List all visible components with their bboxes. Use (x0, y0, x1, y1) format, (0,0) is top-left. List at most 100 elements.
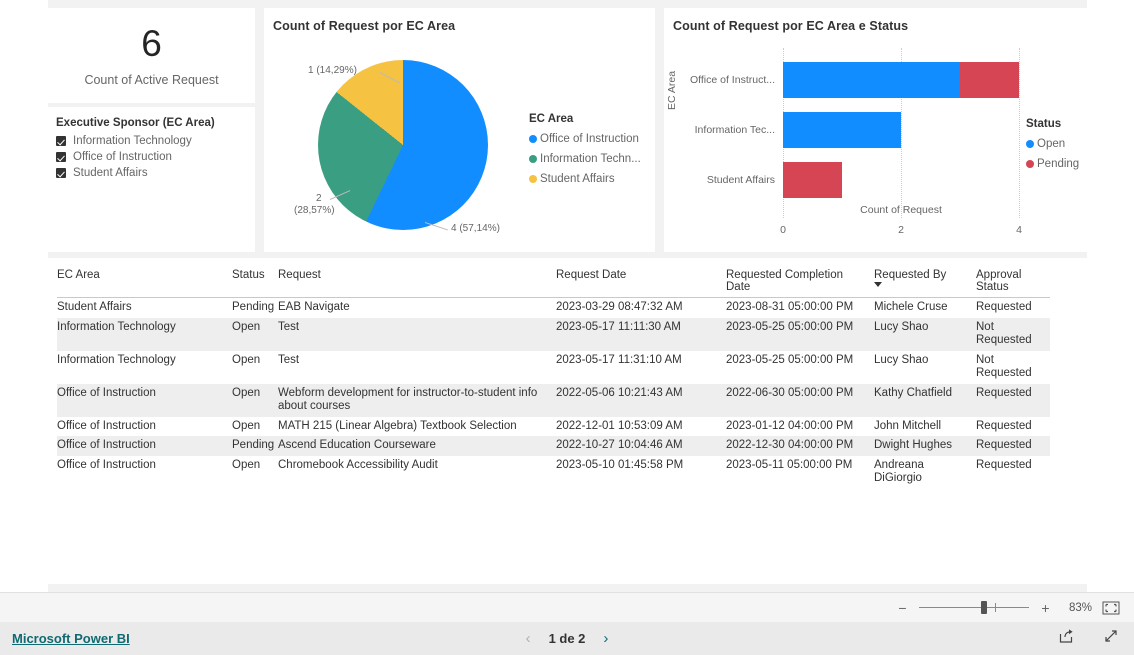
column-header-requested-completion-date[interactable]: Requested Completion Date (726, 266, 874, 298)
bar-segment-pending[interactable] (783, 162, 842, 198)
table-row[interactable]: Information Technology Open Test 2023-05… (57, 351, 1050, 384)
zoom-percent-label: 83% (1068, 601, 1092, 614)
bar-legend-item-pending[interactable]: Pending (1026, 154, 1079, 174)
checkbox-checked-icon[interactable] (56, 151, 66, 162)
bar-chart-plot[interactable]: Office of Instruct... Information Tec...… (690, 48, 1022, 236)
fullscreen-icon[interactable] (1103, 628, 1120, 649)
slicer-item-office-of-instruction[interactable]: Office of Instruction (56, 149, 247, 164)
cell-ec-area: Office of Instruction (57, 458, 156, 471)
bar-chart-title: Count of Request por EC Area e Status (673, 19, 909, 33)
column-header-request[interactable]: Request (278, 266, 556, 298)
bar-category-label: Office of Instruct... (689, 74, 775, 86)
cell-requested-by: Lucy Shao (874, 317, 976, 351)
slicer-item-student-affairs[interactable]: Student Affairs (56, 165, 247, 180)
cell-requested-by: Dwight Hughes (874, 436, 976, 456)
powerbi-report-viewer: 6 Count of Active Request Executive Spon… (0, 0, 1134, 655)
pie-chart-legend: EC Area Office of Instruction Informatio… (529, 113, 641, 189)
pie-slices[interactable] (318, 60, 488, 230)
bar-chart-y-axis-title: EC Area (666, 70, 678, 110)
zoom-slider-thumb[interactable] (981, 601, 987, 614)
table-row[interactable]: Information Technology Open Test 2023-05… (57, 317, 1050, 351)
cell-requested-completion-date: 2023-05-25 05:00:00 PM (726, 317, 874, 351)
bar-row-student-affairs[interactable]: Student Affairs (707, 162, 1019, 198)
cell-requested-completion-date: 2022-06-30 05:00:00 PM (726, 383, 874, 417)
pie-label-student-affairs: 1 (14,29%) (308, 65, 357, 76)
cell-requested-completion-date: 2023-05-11 05:00:00 PM (726, 458, 853, 471)
cell-requested-by: John Mitchell (874, 419, 942, 432)
bar-segment-open[interactable] (783, 62, 960, 98)
table-row[interactable]: Office of Instruction Open Webform devel… (57, 383, 1050, 417)
bar-legend-item-open[interactable]: Open (1026, 134, 1079, 154)
cell-status: Pending (232, 301, 275, 313)
cell-status: Open (232, 383, 278, 417)
requests-table-visual[interactable]: EC Area Status Request Request Date Requ… (48, 258, 1087, 584)
cell-approval-status: Requested (976, 419, 1032, 432)
pie-legend-item-information-technology[interactable]: Information Techn... (529, 149, 641, 169)
cell-requested-completion-date: 2023-05-25 05:00:00 PM (726, 353, 854, 366)
column-header-requested-by[interactable]: Requested By (874, 266, 976, 298)
pie-label-information-technology-percent: (28,57%) (294, 205, 335, 216)
kpi-card-active-request[interactable]: 6 Count of Active Request (48, 8, 255, 103)
slicer-item-label: Office of Instruction (73, 150, 172, 163)
cell-status: Open (232, 317, 278, 351)
slicer-title: Executive Sponsor (EC Area) (56, 117, 215, 129)
pie-chart-title: Count of Request por EC Area (273, 19, 456, 33)
column-header-request-date[interactable]: Request Date (556, 266, 726, 298)
column-header-approval-status[interactable]: Approval Status (976, 266, 1050, 298)
previous-page-icon[interactable]: ‹ (526, 631, 531, 646)
table-row[interactable]: Office of Instruction Open MATH 215 (Lin… (57, 417, 1050, 437)
kpi-label: Count of Active Request (84, 72, 219, 87)
cell-status: Pending (232, 436, 278, 456)
pie-label-office-of-instruction: 4 (57,14%) (451, 223, 500, 234)
cell-requested-completion-date: 2023-01-12 04:00:00 PM (726, 419, 854, 432)
bar-chart-visual[interactable]: Count of Request por EC Area e Status EC… (664, 8, 1087, 252)
bar-legend-label: Pending (1037, 158, 1080, 170)
table-row[interactable]: Office of Instruction Open Chromebook Ac… (57, 456, 1050, 489)
bar-segment-open[interactable] (783, 112, 901, 148)
checkbox-checked-icon[interactable] (56, 135, 66, 146)
cell-requested-completion-date: 2022-12-30 04:00:00 PM (726, 436, 874, 456)
zoom-slider-notch (995, 603, 996, 612)
pie-chart-visual[interactable]: Count of Request por EC Area 1 (14,29%) … (264, 8, 655, 252)
zoom-in-button[interactable]: + (1039, 601, 1052, 615)
table-body: Student Affairs Pending EAB Navigate 202… (57, 298, 1050, 489)
bar-row-office-of-instruction[interactable]: Office of Instruct... (690, 62, 1019, 98)
cell-approval-status: Requested (976, 383, 1050, 417)
table-row[interactable]: Office of Instruction Pending Ascend Edu… (57, 436, 1050, 456)
gridline (1019, 48, 1020, 218)
cell-request-date: 2022-12-01 10:53:09 AM (556, 419, 683, 432)
legend-swatch-icon (529, 135, 537, 143)
kpi-value: 6 (141, 22, 162, 64)
pie-legend-item-student-affairs[interactable]: Student Affairs (529, 169, 641, 189)
pie-legend-label: Information Techn... (540, 153, 641, 165)
cell-request-date: 2023-05-17 11:11:30 AM (556, 317, 726, 351)
legend-swatch-icon (1026, 140, 1034, 148)
cell-approval-status: Requested (976, 301, 1032, 313)
bar-row-information-technology[interactable]: Information Tec... (695, 112, 1019, 148)
slicer-item-label: Student Affairs (73, 166, 148, 179)
bar-category-label: Information Tec... (694, 124, 775, 136)
share-icon[interactable] (1058, 628, 1075, 649)
cell-request-date: 2023-05-17 11:31:10 AM (556, 353, 682, 366)
next-page-icon[interactable]: › (603, 631, 608, 646)
slicer-executive-sponsor[interactable]: Executive Sponsor (EC Area) Information … (48, 107, 255, 252)
pie-chart-plot[interactable] (318, 60, 488, 230)
pie-legend-item-office-of-instruction[interactable]: Office of Instruction (529, 129, 641, 149)
checkbox-checked-icon[interactable] (56, 167, 66, 178)
cell-ec-area: Office of Instruction (57, 436, 232, 456)
column-header-ec-area[interactable]: EC Area (57, 266, 232, 298)
table-row[interactable]: Student Affairs Pending EAB Navigate 202… (57, 298, 1050, 318)
cell-ec-area: Office of Instruction (57, 383, 232, 417)
pie-label-information-technology-value: 2 (316, 193, 322, 204)
cell-requested-by: Andreana DiGiorgio (874, 458, 924, 485)
zoom-out-button[interactable]: − (896, 601, 909, 615)
pie-legend-title: EC Area (529, 113, 574, 125)
slicer-item-information-technology[interactable]: Information Technology (56, 133, 247, 148)
zoom-slider[interactable] (919, 601, 1029, 614)
bar-chart-legend: Status Open Pending (1026, 118, 1079, 174)
x-axis-tick: 4 (1016, 224, 1022, 236)
bar-segment-pending[interactable] (960, 62, 1019, 98)
fit-to-page-icon[interactable] (1102, 601, 1120, 615)
cell-approval-status: Not Requested (976, 317, 1050, 351)
column-header-status[interactable]: Status (232, 266, 278, 298)
